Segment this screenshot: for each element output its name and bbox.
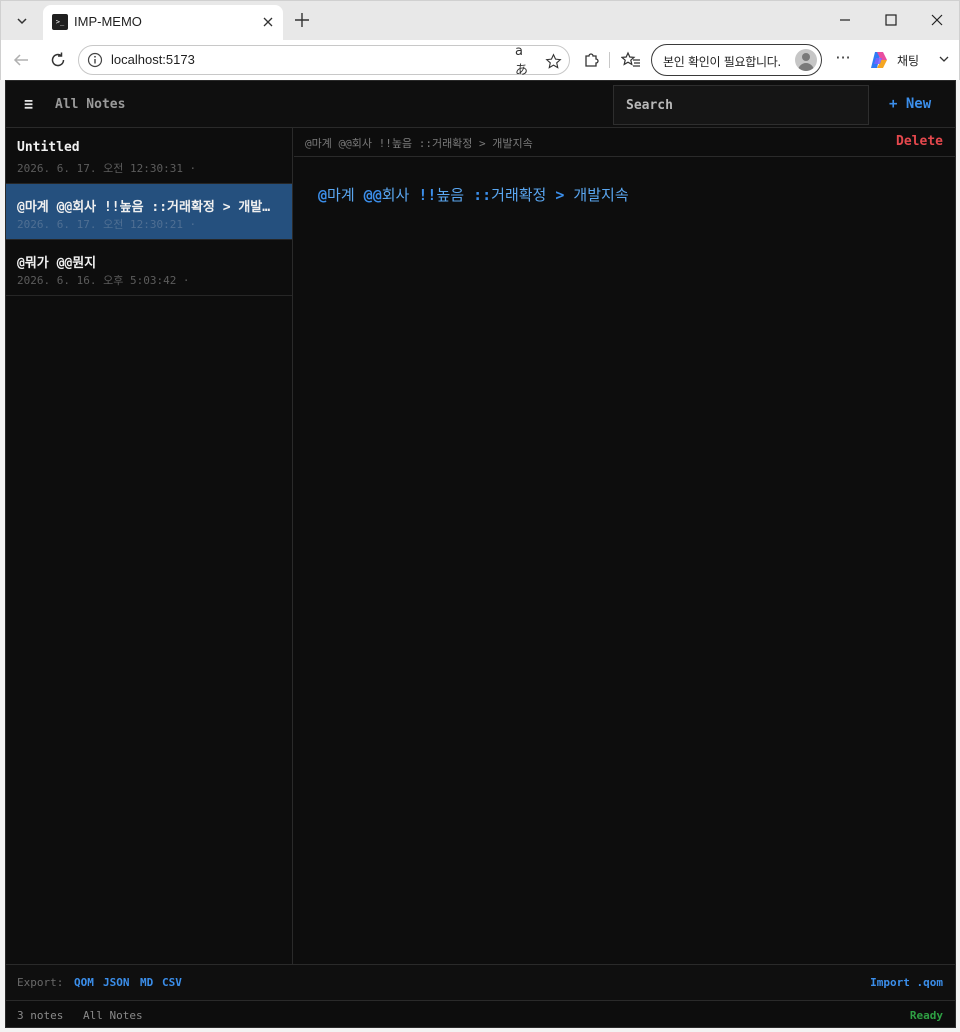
app-header: ≡ All Notes + New	[6, 81, 955, 128]
new-tab-button[interactable]	[291, 9, 313, 31]
search-box[interactable]	[613, 85, 869, 125]
maximize-icon	[885, 14, 897, 26]
close-icon	[931, 14, 943, 26]
new-note-button[interactable]: + New	[889, 96, 931, 112]
puzzle-icon	[585, 53, 599, 67]
export-qom-link[interactable]: QOM	[74, 976, 94, 989]
tag-symbol: @	[318, 186, 328, 204]
tag-text: 거래확정	[491, 186, 556, 204]
chevron-down-icon	[939, 56, 949, 62]
arrow-left-icon	[13, 54, 28, 66]
browser-titlebar: >_ IMP-MEMO	[0, 0, 960, 41]
note-list-item[interactable]: @뭐가 @@뭔지 2026. 6. 16. 오후 5:03:42 ·	[6, 240, 292, 296]
favorites-button[interactable]	[619, 48, 643, 72]
toolbar-divider	[609, 52, 610, 68]
status-filter: All Notes	[83, 1009, 143, 1022]
close-window-button[interactable]	[923, 9, 951, 31]
note-title: Untitled	[17, 140, 80, 155]
status-ready-indicator: Ready	[909, 1009, 943, 1022]
close-icon	[263, 17, 273, 27]
note-content-editor[interactable]: @마계 @@회사 !!높음 ::거래확정 > 개발지속	[318, 184, 629, 205]
identity-prompt-text: 본인 확인이 필요합니다.	[663, 55, 781, 69]
tab-title: IMP-MEMO	[74, 14, 142, 29]
browser-toolbar: localhost:5173 aあ 본인 확인이 필요합니다. ··· 채팅	[0, 40, 960, 80]
identity-verification-button[interactable]: 본인 확인이 필요합니다.	[651, 44, 822, 76]
plus-icon	[295, 13, 309, 27]
minimize-icon	[840, 19, 850, 21]
browser-tab[interactable]: >_ IMP-MEMO	[43, 5, 283, 41]
export-csv-link[interactable]: CSV	[162, 976, 182, 989]
editor-header: @마계 @@회사 !!높음 ::거래확정 > 개발지속 Delete	[294, 128, 955, 157]
copilot-label: 채팅	[897, 54, 920, 68]
translate-icon[interactable]: aあ	[515, 44, 535, 78]
tag-text: 마계	[327, 186, 364, 204]
reload-icon	[51, 52, 65, 67]
export-bar: Export: QOM JSON MD CSV Import .qom	[6, 964, 955, 1000]
note-list-item-selected[interactable]: @마계 @@회사 !!높음 ::거래확정 > 개발지속 2026. 6. 17.…	[6, 184, 292, 240]
notes-sidebar: Untitled 2026. 6. 17. 오전 12:30:31 · @마계 …	[6, 128, 293, 964]
note-count: 3 notes	[17, 1009, 64, 1022]
url-text[interactable]: localhost:5173	[111, 52, 195, 67]
menu-icon[interactable]: ≡	[24, 95, 33, 113]
info-icon[interactable]	[87, 52, 103, 68]
tag-text: 높음	[436, 186, 474, 204]
favorite-star-icon[interactable]	[543, 51, 563, 71]
minimize-button[interactable]	[831, 9, 859, 31]
page-title: All Notes	[55, 97, 126, 112]
tag-text: 회사	[381, 186, 419, 204]
tag-symbol: ::	[473, 186, 492, 204]
note-title: @뭐가 @@뭔지	[17, 256, 97, 271]
tag-symbol: @@	[363, 186, 382, 204]
delete-button[interactable]: Delete	[896, 134, 943, 149]
export-json-link[interactable]: JSON	[103, 976, 130, 989]
import-qom-link[interactable]: Import .qom	[870, 976, 943, 989]
note-date: 2026. 6. 16. 오후 5:03:42 ·	[17, 274, 190, 287]
reload-button[interactable]	[46, 48, 70, 72]
tab-close-button[interactable]	[259, 13, 277, 31]
export-md-link[interactable]: MD	[140, 976, 153, 989]
maximize-button[interactable]	[877, 9, 905, 31]
extensions-button[interactable]	[579, 48, 603, 72]
chevron-down-icon	[17, 18, 27, 25]
terminal-favicon-icon: >_	[52, 14, 68, 30]
profile-avatar-icon	[795, 49, 817, 71]
note-editor: @마계 @@회사 !!높음 ::거래확정 > 개발지속 Delete @마계 @…	[294, 128, 955, 964]
note-title: @마계 @@회사 !!높음 ::거래확정 > 개발지속	[17, 200, 279, 215]
tab-actions-button[interactable]	[9, 7, 35, 35]
copilot-chat-button[interactable]: 채팅	[865, 46, 953, 74]
note-path-breadcrumb: @마계 @@회사 !!높음 ::거래확정 > 개발지속	[305, 137, 533, 150]
note-date: 2026. 6. 17. 오전 12:30:21 ·	[17, 218, 197, 231]
status-bar: 3 notes All Notes Ready	[6, 1000, 955, 1027]
copilot-icon	[871, 52, 887, 68]
search-input[interactable]	[614, 86, 868, 124]
note-date: 2026. 6. 17. 오전 12:30:31 ·	[17, 162, 197, 175]
tag-text: 개발지속	[564, 186, 629, 204]
export-label: Export:	[17, 976, 64, 989]
more-options-button[interactable]: ···	[833, 50, 853, 70]
memo-app: ≡ All Notes + New Untitled 2026. 6. 17. …	[5, 80, 956, 1028]
address-bar[interactable]: localhost:5173 aあ	[78, 44, 570, 78]
back-button[interactable]	[9, 48, 33, 72]
note-list-item[interactable]: Untitled 2026. 6. 17. 오전 12:30:31 ·	[6, 128, 292, 184]
tag-symbol: !!	[418, 186, 437, 204]
favorites-list-icon	[621, 51, 640, 67]
